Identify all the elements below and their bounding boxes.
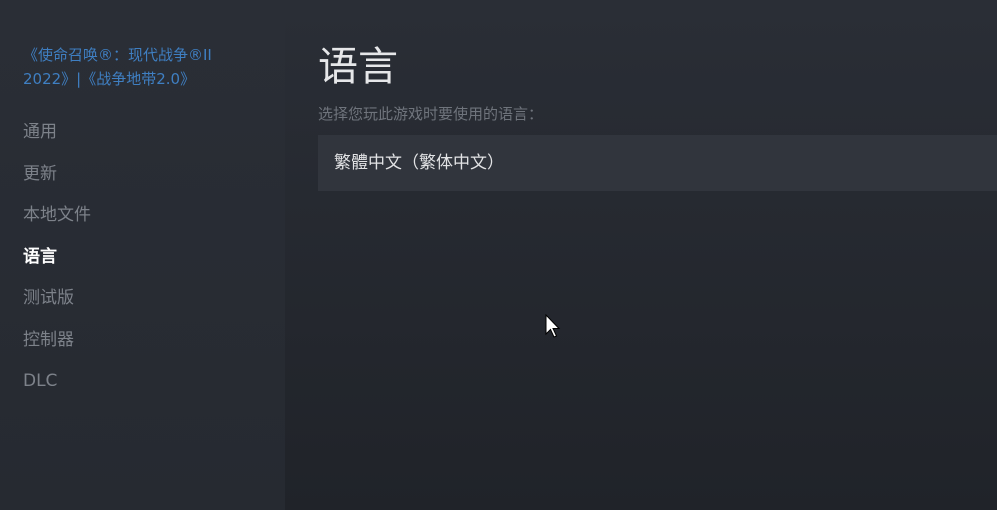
page-title: 语言: [318, 44, 398, 90]
sidebar-item-language[interactable]: 语言: [23, 244, 91, 286]
mouse-cursor-icon: [545, 314, 561, 338]
main-panel: 语言 选择您玩此游戏时要使用的语言： 繁體中文（繁体中文）: [285, 0, 997, 510]
language-select[interactable]: 繁體中文（繁体中文）: [318, 135, 997, 191]
sidebar-item-local-files[interactable]: 本地文件: [23, 202, 91, 244]
sidebar-item-betas[interactable]: 测试版: [23, 285, 91, 327]
sidebar: 《使命召唤®：现代战争®II 2022》|《战争地带2.0》 通用 更新 本地文…: [0, 0, 285, 510]
sidebar-item-dlc[interactable]: DLC: [23, 368, 91, 410]
game-title: 《使命召唤®：现代战争®II 2022》|《战争地带2.0》: [23, 46, 212, 88]
sidebar-item-controller[interactable]: 控制器: [23, 327, 91, 369]
sidebar-item-updates[interactable]: 更新: [23, 161, 91, 203]
sidebar-item-general[interactable]: 通用: [23, 119, 91, 161]
language-prompt: 选择您玩此游戏时要使用的语言：: [318, 105, 544, 123]
sidebar-nav: 通用 更新 本地文件 语言 测试版 控制器 DLC: [23, 119, 91, 410]
